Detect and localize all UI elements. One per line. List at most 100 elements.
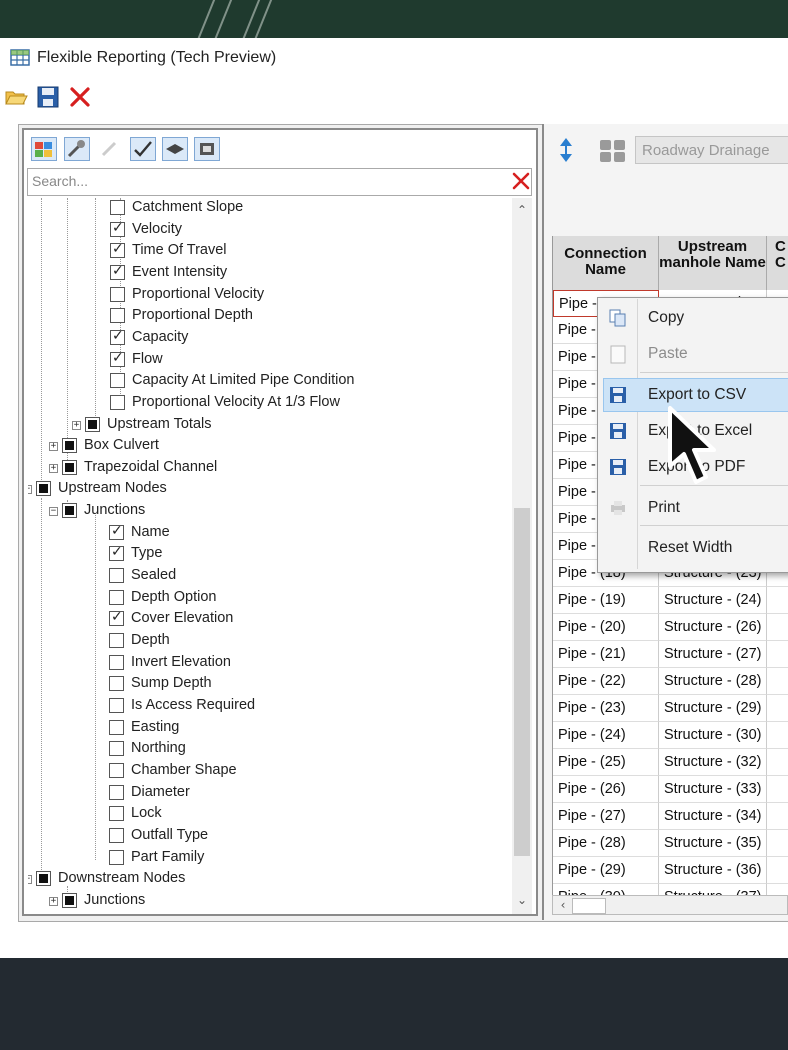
tree-row[interactable]: Proportional Velocity At 1/3 Flow [28,393,512,413]
checkbox[interactable] [109,544,124,562]
grid-cell-upstream[interactable]: Structure - (27) [659,641,767,668]
checkbox[interactable] [110,394,125,410]
grid-cell-partial[interactable] [767,641,788,668]
checkbox[interactable] [109,784,124,800]
grid-cell-upstream[interactable]: Structure - (33) [659,776,767,803]
grid-cell-connection[interactable]: Pipe - (19) [553,587,659,614]
tree-row[interactable]: − Upstream Nodes [28,479,512,499]
tree-row[interactable]: Is Access Required [28,696,512,716]
tree-row[interactable]: + Junctions [28,891,512,911]
scroll-down-icon[interactable]: ⌄ [514,892,530,908]
tree-row[interactable]: Catchment Slope [28,198,512,218]
checkbox[interactable] [36,871,51,887]
grid-cell-connection[interactable]: Pipe - (29) [553,857,659,884]
scroll-left-icon[interactable]: ‹ [556,897,570,913]
checkbox[interactable] [110,263,125,280]
sort-arrows-icon[interactable] [556,136,576,164]
checkbox[interactable] [110,200,125,215]
tree-row[interactable]: Northing [28,739,512,759]
checkbox[interactable] [110,328,125,345]
grid-hscroll-thumb[interactable] [572,898,606,914]
tree-row[interactable]: − Downstream Nodes [28,869,512,889]
checkbox[interactable] [110,308,125,324]
tree-row[interactable]: Capacity At Limited Pipe Condition [28,371,512,391]
save-icon[interactable] [36,86,60,108]
tree-row[interactable]: Time Of Travel [28,241,512,261]
grid-cell-connection[interactable]: Pipe - (24) [553,722,659,749]
grid-cell-partial[interactable] [767,722,788,749]
checkbox[interactable] [109,523,124,540]
tree-tool-button-1[interactable] [31,137,57,161]
tree-row[interactable]: Diameter [28,783,512,803]
grid-cell-connection[interactable]: Pipe - (21) [553,641,659,668]
checkbox[interactable] [110,220,125,237]
checkbox[interactable] [109,633,124,648]
expand-icon[interactable]: + [49,463,58,473]
search-input[interactable] [27,168,532,196]
checkbox[interactable] [109,849,124,865]
checkbox[interactable] [110,350,125,367]
tree-tool-button-6[interactable] [194,137,220,161]
grid-cell-partial[interactable] [767,803,788,830]
grid-cell-partial[interactable] [767,776,788,803]
checkbox[interactable] [109,589,124,605]
column-header-connection-name[interactable]: Connection Name [553,236,659,292]
checkbox[interactable] [109,762,124,778]
grid-cell-upstream[interactable]: Structure - (35) [659,830,767,857]
expand-icon[interactable]: + [49,442,58,452]
tree-row[interactable]: + Upstream Totals [28,415,512,435]
checkbox[interactable] [110,241,125,259]
grid-cell-upstream[interactable]: Structure - (24) [659,587,767,614]
grid-cell-upstream[interactable]: Structure - (30) [659,722,767,749]
checkbox[interactable] [109,654,124,670]
tree-row[interactable]: Cover Elevation [28,609,512,629]
grid-cell-partial[interactable] [767,749,788,776]
grid-cell-partial[interactable] [767,695,788,722]
checkbox[interactable] [109,719,124,735]
open-folder-icon[interactable] [4,86,28,108]
context-menu-item-print[interactable] [603,491,788,525]
tree-scrollbar-thumb[interactable] [514,508,530,856]
tree-tool-button-5[interactable] [162,137,188,161]
grid-cell-upstream[interactable]: Structure - (36) [659,857,767,884]
checkbox[interactable] [62,892,77,908]
delete-icon[interactable] [68,86,92,108]
tree-row[interactable]: Depth [28,631,512,651]
column-header-partial[interactable]: C C [767,236,788,292]
tree-row[interactable]: Easting [28,718,512,738]
grid-cell-connection[interactable]: Pipe - (28) [553,830,659,857]
checkbox[interactable] [110,373,125,389]
tree-row[interactable]: + Trapezoidal Channel [28,458,512,478]
tree-row[interactable]: Proportional Velocity [28,285,512,305]
checkbox[interactable] [62,459,77,475]
collapse-icon[interactable]: − [28,485,32,495]
tree-row[interactable]: Depth Option [28,588,512,608]
tree-row[interactable]: Event Intensity [28,263,512,283]
grid-cell-connection[interactable]: Pipe - (27) [553,803,659,830]
expand-icon[interactable]: + [49,896,58,906]
tree-row[interactable]: Outfall Type [28,826,512,846]
tree-row[interactable]: Name [28,523,512,543]
checkbox[interactable] [62,503,77,519]
grid-cell-partial[interactable] [767,587,788,614]
checkbox[interactable] [36,481,51,497]
grid-cell-upstream[interactable]: Structure - (34) [659,803,767,830]
grid-cell-upstream[interactable]: Structure - (28) [659,668,767,695]
tree-row[interactable]: Part Family [28,848,512,868]
checkbox[interactable] [109,827,124,843]
tree-row[interactable]: Type [28,544,512,564]
context-menu-item-copy[interactable] [603,301,788,335]
expand-icon[interactable]: + [72,420,81,430]
tree-tool-button-4[interactable] [130,137,156,161]
tree-row[interactable]: Velocity [28,220,512,240]
grid-cell-connection[interactable]: Pipe - (22) [553,668,659,695]
tree-row[interactable]: − Junctions [28,501,512,521]
scroll-up-icon[interactable]: ⌃ [514,202,530,218]
checkbox[interactable] [109,806,124,822]
collapse-icon[interactable]: − [28,875,32,885]
grid-cell-partial[interactable] [767,830,788,857]
tree-tool-button-2[interactable] [64,137,90,161]
checkbox[interactable] [109,741,124,757]
checkbox[interactable] [110,286,125,302]
tree-row[interactable]: Sealed [28,566,512,586]
